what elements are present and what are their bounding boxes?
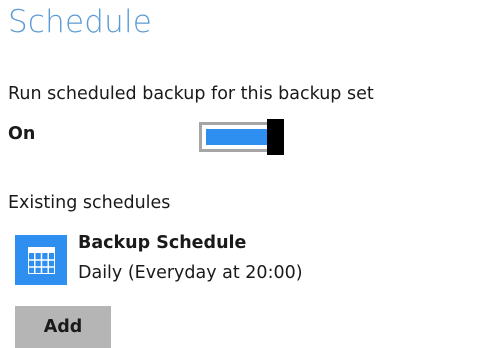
schedule-list-item[interactable]: Backup Schedule Daily (Everyday at 20:00… xyxy=(15,233,395,291)
schedule-name: Backup Schedule xyxy=(78,233,247,253)
run-scheduled-backup-label: Run scheduled backup for this backup set xyxy=(8,84,374,104)
scheduled-backup-toggle[interactable] xyxy=(199,119,285,155)
page-title: Schedule xyxy=(8,4,153,40)
schedule-detail: Daily (Everyday at 20:00) xyxy=(78,263,303,283)
calendar-icon-glyph xyxy=(28,247,55,274)
calendar-icon xyxy=(15,235,67,285)
existing-schedules-label: Existing schedules xyxy=(8,193,171,213)
toggle-thumb[interactable] xyxy=(267,119,284,155)
add-schedule-button[interactable]: Add xyxy=(15,306,111,348)
toggle-fill xyxy=(206,129,268,145)
toggle-state-label: On xyxy=(8,124,36,144)
